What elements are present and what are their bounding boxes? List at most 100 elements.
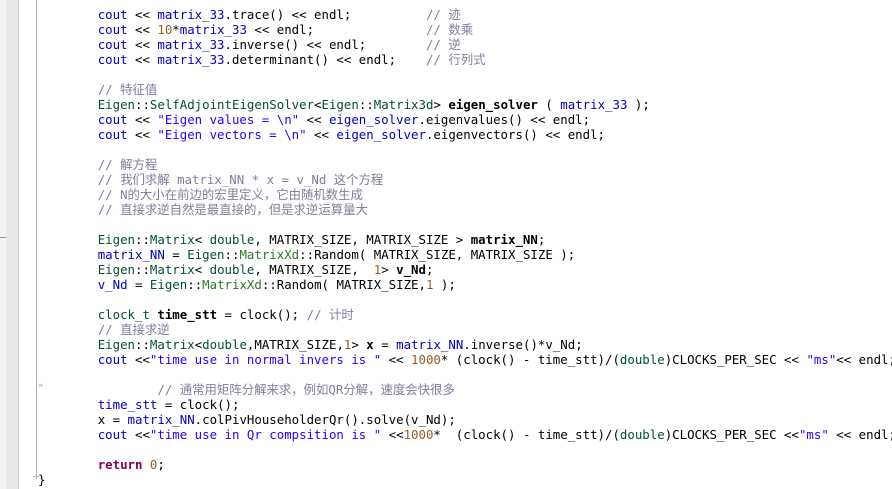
code-line[interactable]: cout << "Eigen vectors = \n" << eigen_so… [38, 127, 892, 142]
code-token: // 解方程 [97, 157, 158, 172]
code-token: matrix_33 [157, 7, 225, 22]
code-line[interactable]: // 通常用矩阵分解来求，例如QR分解，速度会快很多 [38, 382, 892, 397]
code-line[interactable]: cout <<"time use in Qr compsition is " <… [38, 427, 892, 442]
code-token: (); [217, 397, 240, 412]
code-token: :: [187, 277, 203, 292]
code-line[interactable]: cout << "Eigen values = \n" << eigen_sol… [38, 112, 892, 127]
code-line[interactable]: // N的大小在前边的宏里定义，它由随机数生成 [38, 187, 892, 202]
code-token: . [418, 112, 426, 127]
code-token: (). [343, 412, 367, 427]
code-line[interactable]: // 解方程 [38, 157, 892, 172]
code-token: :: [135, 232, 150, 247]
code-line[interactable]: cout << matrix_33.trace() << endl; // 迹 [38, 7, 892, 22]
code-line[interactable]: cout <<"time use in normal invers is " <… [38, 352, 892, 367]
code-line[interactable]: cout << 10*matrix_33 << endl; // 数乘 [38, 22, 892, 37]
code-token: eigen_solver [328, 112, 419, 127]
code-token: Eigen [97, 262, 135, 277]
code-token: ; [537, 232, 546, 247]
code-token: v_Nd [97, 277, 128, 292]
code-token: < [314, 97, 322, 112]
code-token: << endl; [836, 352, 892, 367]
code-token: // N的大小在前边的宏里定义，它由随机数生成 [97, 187, 363, 202]
code-token: << [306, 127, 337, 142]
code-line[interactable]: clock_t time_stt = clock(); // 计时 [38, 307, 892, 322]
code-line[interactable]: Eigen::Matrix<double,MATRIX_SIZE,1> x = … [38, 337, 892, 352]
code-token: 1000 [403, 427, 434, 442]
code-token: () << endl; [269, 7, 352, 22]
code-token: cout [97, 352, 128, 367]
code-line[interactable]: Eigen::Matrix< double, MATRIX_SIZE, MATR… [38, 232, 892, 247]
code-line[interactable]: v_Nd = Eigen::MatrixXd::Random( MATRIX_S… [38, 277, 892, 292]
code-token: cout [97, 127, 128, 142]
code-line[interactable]: // 直接求逆自然是最直接的，但是求逆运算量大 [38, 202, 892, 217]
code-token: :: [135, 97, 150, 112]
code-token: << [127, 427, 150, 442]
code-token: () << endl; [314, 52, 397, 67]
code-line[interactable]: Eigen::SelfAdjointEigenSolver<Eigen::Mat… [38, 97, 892, 112]
code-token: :: [135, 262, 150, 277]
code-line[interactable] [38, 217, 892, 232]
code-line[interactable]: x = matrix_NN.colPivHouseholderQr().solv… [38, 412, 892, 427]
code-line[interactable]: cout << matrix_33.inverse() << endl; // … [38, 37, 892, 52]
code-token: ( MATRIX_SIZE, MATRIX_SIZE ); [358, 247, 576, 262]
code-token: = [164, 247, 188, 262]
code-token: * (clock() - time_stt)/( [440, 352, 620, 367]
code-token: Eigen [97, 97, 135, 112]
code-line[interactable]: // 我们求解 matrix_NN * x = v_Nd 这个方程 [38, 172, 892, 187]
code-line[interactable]: matrix_NN = Eigen::MatrixXd::Random( MAT… [38, 247, 892, 262]
code-token: eigenvalues [425, 112, 509, 127]
code-line[interactable]: cout << matrix_33.determinant() << endl;… [38, 52, 892, 67]
code-token: :: [299, 247, 315, 262]
code-line[interactable]: } [38, 472, 892, 487]
code-line[interactable]: return 0; [38, 457, 892, 472]
fold-gutter[interactable] [6, 0, 19, 489]
code-token: time_stt [157, 307, 218, 322]
code-token: "time use in normal invers is " [149, 352, 382, 367]
code-token: x [366, 337, 374, 352]
code-token: :: [224, 247, 240, 262]
code-line[interactable]: Eigen::Matrix< double, MATRIX_SIZE, 1> v… [38, 262, 892, 277]
code-token: > [433, 97, 449, 112]
code-token: trace [231, 7, 270, 22]
code-line[interactable]: time_stt = clock(); [38, 397, 892, 412]
code-token: cout [97, 427, 128, 442]
code-token: . [224, 7, 232, 22]
code-token: << [127, 112, 158, 127]
code-line[interactable] [38, 292, 892, 307]
code-token: Eigen [187, 247, 225, 262]
code-token: ; [157, 457, 165, 472]
code-line[interactable] [38, 142, 892, 157]
code-token: Random [276, 277, 322, 292]
code-token: matrix_33 [157, 37, 225, 52]
code-line[interactable] [38, 67, 892, 82]
code-token: matrix_NN [396, 337, 464, 352]
code-token: << [381, 427, 404, 442]
code-line[interactable] [38, 442, 892, 457]
code-token: << [127, 352, 150, 367]
code-token: Matrix [149, 262, 195, 277]
code-token: << [127, 127, 158, 142]
code-token: (); [276, 307, 307, 322]
code-token: Eigen [97, 232, 135, 247]
code-token: matrix_33 [157, 52, 225, 67]
code-token: , MATRIX_SIZE, MATRIX_SIZE > [254, 232, 471, 247]
code-editor[interactable]: cout << matrix_33.trace() << endl; // 迹 … [38, 0, 892, 489]
code-line[interactable]: // 直接求逆 [38, 322, 892, 337]
code-line[interactable]: // 特征值 [38, 82, 892, 97]
code-line[interactable] [38, 367, 892, 382]
